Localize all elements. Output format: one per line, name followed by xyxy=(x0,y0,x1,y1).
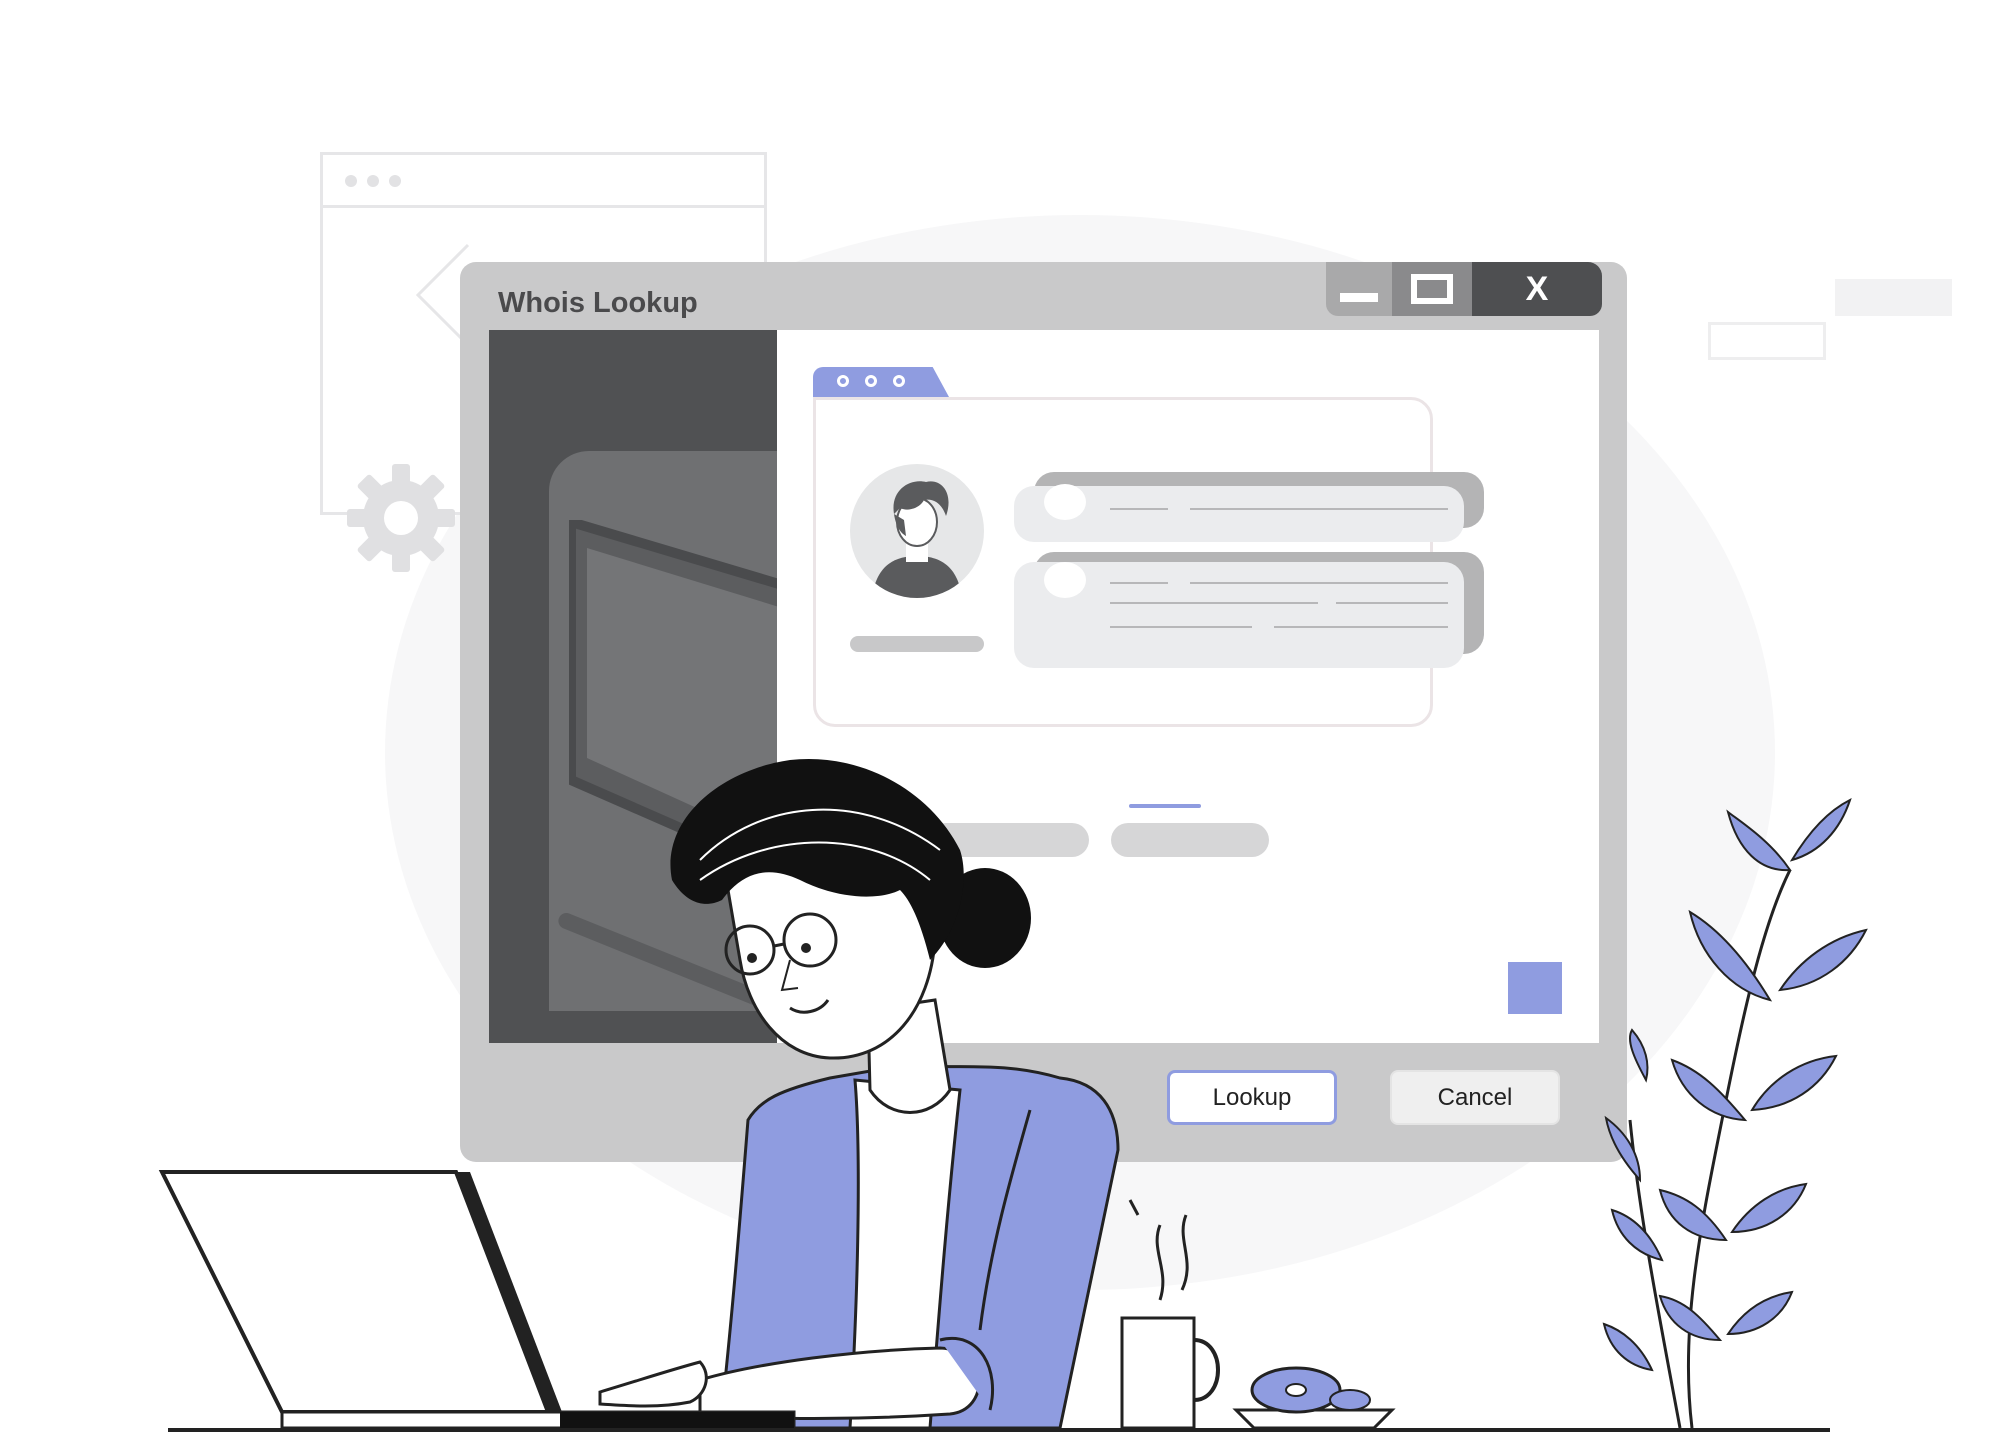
tab-dot-icon xyxy=(865,375,877,387)
text-line xyxy=(1190,508,1448,510)
text-line xyxy=(1190,582,1448,584)
text-line xyxy=(1336,602,1448,604)
decorative-block xyxy=(1708,322,1826,360)
window-dot-icon xyxy=(345,175,357,187)
window-dot-icon xyxy=(389,175,401,187)
text-line xyxy=(1110,602,1318,604)
minimize-button[interactable] xyxy=(1326,262,1392,316)
gear-icon xyxy=(347,464,455,572)
card-tab xyxy=(813,367,949,397)
bubble-knob xyxy=(1044,484,1086,520)
window-controls: X xyxy=(1326,262,1602,316)
text-line xyxy=(1274,626,1448,628)
tab-dot-icon xyxy=(893,375,905,387)
stage: Whois Lookup X Lookup Cancel xyxy=(0,0,2006,1433)
whois-lookup-dialog: Whois Lookup X Lookup Cancel xyxy=(460,262,1627,1162)
close-icon: X xyxy=(1525,269,1549,308)
minimize-icon xyxy=(1340,292,1378,302)
accent-square xyxy=(1508,962,1562,1014)
user-avatar-icon xyxy=(850,464,984,598)
profile-card xyxy=(813,397,1484,727)
window-dot-icon xyxy=(367,175,379,187)
text-line xyxy=(1110,582,1168,584)
message-bubble xyxy=(1014,562,1464,668)
close-button[interactable]: X xyxy=(1472,262,1602,316)
dialog-content xyxy=(489,330,1599,1043)
cancel-button[interactable]: Cancel xyxy=(1390,1070,1560,1125)
monitor-screen-icon xyxy=(569,520,777,876)
side-panel xyxy=(489,330,777,1043)
avatar-name-placeholder xyxy=(850,636,984,652)
accent-line xyxy=(1129,804,1201,808)
message-bubble xyxy=(1014,484,1464,542)
donut-plate-illustration xyxy=(1232,1366,1396,1430)
bubble-knob xyxy=(1044,562,1086,598)
decorative-block xyxy=(1835,279,1952,316)
text-line xyxy=(1110,626,1252,628)
lookup-button[interactable]: Lookup xyxy=(1167,1070,1337,1125)
dialog-title: Whois Lookup xyxy=(498,287,698,319)
background-window-divider xyxy=(323,205,764,208)
field-placeholder xyxy=(1111,823,1269,857)
text-line xyxy=(1110,508,1168,510)
laptop-illustration xyxy=(158,1170,796,1430)
maximize-icon xyxy=(1411,274,1453,304)
field-placeholder xyxy=(929,823,1089,857)
maximize-button[interactable] xyxy=(1392,262,1472,316)
tab-dot-icon xyxy=(837,375,849,387)
